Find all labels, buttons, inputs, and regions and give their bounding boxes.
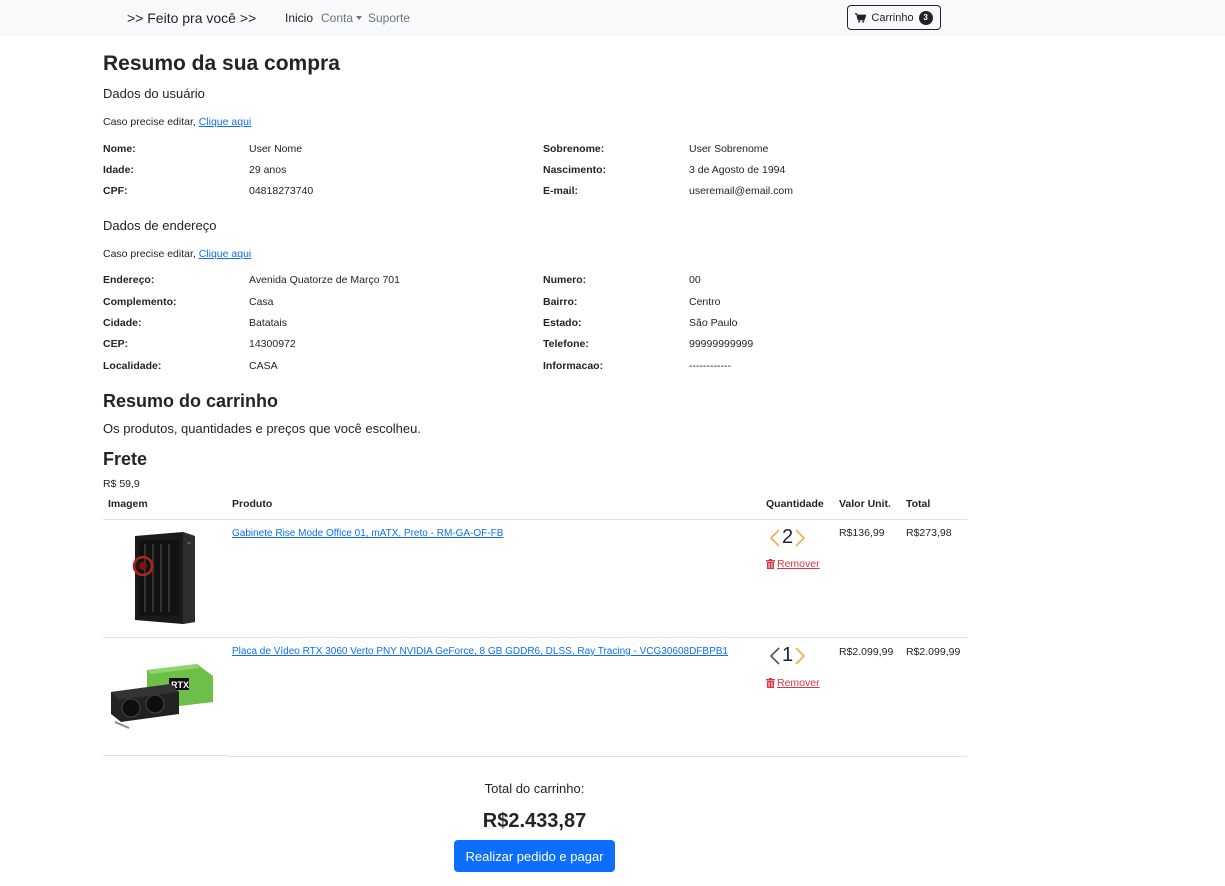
table-header-unit-price: Valor Unit. xyxy=(839,498,891,510)
nav-link-inicio[interactable]: Inicio xyxy=(285,11,313,25)
unit-price: R$136,99 xyxy=(839,527,885,539)
user-field-label: E-mail: xyxy=(543,185,579,197)
shipping-value: R$ 59,9 xyxy=(103,478,140,490)
product-link[interactable]: Placa de Vídeo RTX 3060 Verto PNY NVIDIA… xyxy=(232,646,728,657)
address-edit-hint: Caso precise editar, Clique aqui xyxy=(103,248,251,260)
table-row: Gabinete Rise Mode Office 01, mATX, Pret… xyxy=(103,520,967,637)
table-header-total: Total xyxy=(906,498,931,510)
address-field-label: CEP: xyxy=(103,338,129,350)
page-title: Resumo da sua compra xyxy=(103,52,340,75)
address-field-label: Endereço: xyxy=(103,274,155,286)
user-field-label: CPF: xyxy=(103,185,128,197)
chevron-left-icon[interactable] xyxy=(770,528,780,547)
user-field-value: User Sobrenome xyxy=(689,143,769,155)
table-image-divider xyxy=(103,755,227,756)
user-field-value: 29 anos xyxy=(249,164,287,176)
user-field-label: Idade: xyxy=(103,164,134,176)
address-field-value: Casa xyxy=(249,296,274,308)
user-field-label: Sobrenome: xyxy=(543,143,605,155)
remove-label: Remover xyxy=(777,558,820,570)
user-field-label: Nome: xyxy=(103,143,136,155)
address-field-value: CASA xyxy=(249,360,278,372)
address-field-value: 99999999999 xyxy=(689,338,754,350)
remove-label: Remover xyxy=(777,677,820,689)
quantity-stepper: 1 xyxy=(770,644,806,667)
chevron-down-icon xyxy=(356,16,363,20)
unit-price: R$2.099,99 xyxy=(839,646,894,658)
remove-button[interactable]: Remover xyxy=(766,677,820,689)
chevron-left-icon[interactable] xyxy=(770,646,780,665)
address-field-value: Batatais xyxy=(249,317,287,329)
address-edit-prefix: Caso precise editar, xyxy=(103,248,199,260)
nav-link-conta-label: Conta xyxy=(321,11,354,25)
nav-link-suporte[interactable]: Suporte xyxy=(368,11,410,25)
row-total: R$2.099,99 xyxy=(906,646,961,658)
address-field-value: Centro xyxy=(689,296,721,308)
graphics-card-image: RTX xyxy=(111,664,213,729)
chevron-right-icon[interactable] xyxy=(795,528,806,547)
address-field-value: ------------ xyxy=(689,360,731,372)
user-section-heading: Dados do usuário xyxy=(103,86,205,101)
quantity-stepper: 2 xyxy=(770,526,806,549)
navbar: >> Feito pra você >> Inicio Conta Suport… xyxy=(0,0,1225,36)
user-field-value: User Nome xyxy=(249,143,303,155)
address-field-label: Informacao: xyxy=(543,360,604,372)
table-row: RTX Placa de Vídeo RTX 3060 Verto PNY NV… xyxy=(103,638,967,755)
address-field-value: 14300972 xyxy=(249,338,296,350)
user-edit-hint: Caso precise editar, Clique aqui xyxy=(103,116,251,128)
cart-total-value: R$2.433,87 xyxy=(482,810,587,832)
cart-count-badge: 3 xyxy=(918,10,933,25)
address-field-value: 00 xyxy=(689,274,701,286)
row-total: R$273,98 xyxy=(906,527,952,539)
user-field-value: 04818273740 xyxy=(249,185,314,197)
shipping-heading: Frete xyxy=(103,449,148,469)
cart-button[interactable]: Carrinho 3 xyxy=(847,5,941,30)
address-field-label: Localidade: xyxy=(103,360,162,372)
cart-icon xyxy=(855,12,867,23)
address-section-heading: Dados de endereço xyxy=(103,218,217,233)
table-header-product: Produto xyxy=(232,498,273,510)
trash-icon xyxy=(766,559,775,569)
trash-icon xyxy=(766,678,775,688)
user-field-label: Nascimento: xyxy=(543,164,607,176)
user-edit-link[interactable]: Clique aqui xyxy=(199,116,252,128)
product-link[interactable]: Gabinete Rise Mode Office 01, mATX, Pret… xyxy=(232,528,503,539)
checkout-button[interactable]: Realizar pedido e pagar xyxy=(454,840,615,872)
brand-logo[interactable]: >> Feito pra você >> xyxy=(127,10,256,26)
table-header-image: Imagem xyxy=(108,498,148,510)
chevron-right-icon[interactable] xyxy=(795,646,806,665)
user-field-value: useremail@email.com xyxy=(689,185,794,197)
address-edit-link[interactable]: Clique aqui xyxy=(199,248,252,260)
user-edit-prefix: Caso precise editar, xyxy=(103,116,199,128)
pc-case-image xyxy=(132,532,195,624)
cart-label: Carrinho xyxy=(871,11,914,24)
table-bottom-divider xyxy=(227,756,967,757)
remove-button[interactable]: Remover xyxy=(766,558,820,570)
nav-dropdown-conta[interactable]: Conta xyxy=(321,11,363,25)
table-header-quantity: Quantidade xyxy=(766,498,824,510)
address-field-label: Estado: xyxy=(543,317,582,329)
address-field-label: Complemento: xyxy=(103,296,177,308)
quantity-value: 2 xyxy=(782,526,794,548)
address-field-label: Cidade: xyxy=(103,317,142,329)
cart-total-label: Total do carrinho: xyxy=(484,781,585,796)
user-field-value: 3 de Agosto de 1994 xyxy=(689,164,786,176)
cart-section-subheading: Os produtos, quantidades e preços que vo… xyxy=(103,421,421,436)
address-field-value: São Paulo xyxy=(689,317,738,329)
address-field-label: Numero: xyxy=(543,274,587,286)
cart-section-heading: Resumo do carrinho xyxy=(103,391,279,411)
address-field-label: Bairro: xyxy=(543,296,578,308)
address-field-label: Telefone: xyxy=(543,338,589,350)
quantity-value: 1 xyxy=(782,644,794,666)
address-field-value: Avenida Quatorze de Março 701 xyxy=(249,274,400,286)
